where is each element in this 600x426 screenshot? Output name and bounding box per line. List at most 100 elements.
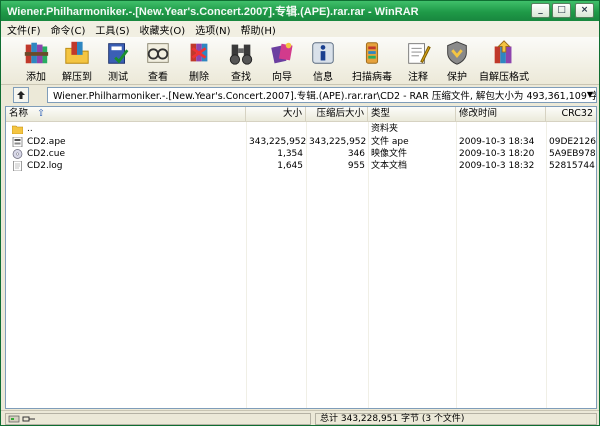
books-add-icon xyxy=(24,42,49,64)
file-crc: 52815744 xyxy=(549,161,595,171)
col-packed-header[interactable]: 压缩后大小 xyxy=(306,107,368,122)
column-divider xyxy=(246,122,247,408)
test-label: 测试 xyxy=(108,72,128,83)
column-header-row: 名称 ⇧ 大小 压缩后大小 类型 修改时间 CRC32 xyxy=(6,107,596,122)
view-button[interactable]: 查看 xyxy=(142,39,174,83)
test-icon xyxy=(108,43,129,64)
file-modified: 2009-10-3 18:34 xyxy=(459,137,535,147)
file-size: 343,225,952 xyxy=(249,137,306,147)
title-bar[interactable]: Wiener.Philharmoniker.-.[New.Year's.Conc… xyxy=(1,1,599,21)
window-title: Wiener.Philharmoniker.-.[New.Year's.Conc… xyxy=(7,6,419,18)
winrar-window: Wiener.Philharmoniker.-.[New.Year's.Conc… xyxy=(0,0,600,426)
file-size: 1,354 xyxy=(277,149,303,159)
file-crc: 09DE2126 xyxy=(549,137,596,147)
dropdown-arrow-icon[interactable]: ▼ xyxy=(587,90,593,99)
close-button[interactable]: × xyxy=(575,3,594,18)
find-label: 查找 xyxy=(231,72,251,83)
file-name: CD2.log xyxy=(27,161,63,171)
file-name: CD2.ape xyxy=(27,137,66,147)
info-icon xyxy=(312,42,334,64)
sfx-icon xyxy=(494,40,512,64)
list-item[interactable]: CD2.log 1,645 955 文本文档 2009-10-3 18:32 5… xyxy=(6,160,596,172)
file-packed xyxy=(306,123,368,135)
file-packed: 343,225,952 xyxy=(309,137,367,147)
up-folder-button[interactable] xyxy=(13,87,29,103)
file-modified: 2009-10-3 18:32 xyxy=(459,161,535,171)
delete-icon xyxy=(190,43,208,62)
disc-image-icon xyxy=(12,149,23,159)
path-combobox[interactable]: Wiener.Philharmoniker.-.[New.Year's.Conc… xyxy=(47,87,597,103)
address-row: Wiener.Philharmoniker.-.[New.Year's.Conc… xyxy=(1,86,599,104)
comment-label: 注释 xyxy=(408,72,428,83)
menu-commands[interactable]: 命令(C) xyxy=(51,22,86,37)
col-type-header[interactable]: 类型 xyxy=(368,107,456,122)
virus-scan-icon xyxy=(365,42,379,64)
sort-up-arrow-icon: ⇧ xyxy=(37,108,46,119)
find-button[interactable]: 查找 xyxy=(225,39,257,83)
add-button[interactable]: 添加 xyxy=(19,39,53,83)
status-total: 总计 343,228,951 字节 (3 个文件) xyxy=(315,413,597,425)
list-item[interactable]: CD2.cue 1,354 346 映像文件 2009-10-3 18:20 5… xyxy=(6,148,596,160)
minimize-button[interactable]: _ xyxy=(531,3,550,18)
drive-icon xyxy=(8,415,35,423)
maximize-button[interactable]: □ xyxy=(552,3,571,18)
col-crc-header[interactable]: CRC32 xyxy=(546,107,596,122)
wizard-label: 向导 xyxy=(272,72,292,83)
status-left-pane xyxy=(5,413,311,425)
shield-protect-icon xyxy=(447,41,467,65)
file-packed: 346 xyxy=(347,149,365,159)
file-type: 资料夹 xyxy=(371,124,399,134)
info-label: 信息 xyxy=(313,72,333,83)
binoculars-find-icon xyxy=(229,44,253,65)
protect-label: 保护 xyxy=(447,72,467,83)
file-type: 映像文件 xyxy=(371,149,408,159)
file-modified xyxy=(456,123,546,135)
col-name-header[interactable]: 名称 ⇧ xyxy=(6,107,246,122)
menu-tools[interactable]: 工具(S) xyxy=(95,22,129,37)
list-item[interactable]: CD2.ape 343,225,952 343,225,952 文件 ape 2… xyxy=(6,136,596,148)
add-label: 添加 xyxy=(26,72,46,83)
file-list[interactable]: 名称 ⇧ 大小 压缩后大小 类型 修改时间 CRC32 .. 资料夹 CD2.a… xyxy=(5,106,597,409)
sfx-button[interactable]: 自解压格式 xyxy=(479,39,529,83)
column-divider xyxy=(456,122,457,408)
protect-button[interactable]: 保护 xyxy=(441,39,473,83)
view-label: 查看 xyxy=(148,72,168,83)
menu-options[interactable]: 选项(N) xyxy=(195,22,230,37)
file-name: CD2.cue xyxy=(27,149,65,159)
file-packed: 955 xyxy=(347,161,365,171)
delete-button[interactable]: 删除 xyxy=(183,39,215,83)
menu-help[interactable]: 帮助(H) xyxy=(241,22,276,37)
test-button[interactable]: 测试 xyxy=(102,39,134,83)
ape-file-icon xyxy=(12,137,23,147)
comment-button[interactable]: 注释 xyxy=(402,39,434,83)
menu-favorites[interactable]: 收藏夹(O) xyxy=(140,22,186,37)
archive-path: Wiener.Philharmoniker.-.[New.Year's.Conc… xyxy=(53,91,597,102)
wizard-button[interactable]: 向导 xyxy=(265,39,299,83)
folder-extract-icon xyxy=(65,41,89,64)
menu-bar: 文件(F) 命令(C) 工具(S) 收藏夹(O) 选项(N) 帮助(H) xyxy=(1,21,599,37)
virus-scan-button[interactable]: 扫描病毒 xyxy=(350,39,394,83)
status-bar: 总计 343,228,951 字节 (3 个文件) xyxy=(1,410,599,425)
file-size xyxy=(246,123,306,135)
col-modified-header[interactable]: 修改时间 xyxy=(456,107,546,122)
comment-icon xyxy=(408,43,431,64)
up-arrow-icon xyxy=(17,91,25,99)
file-crc xyxy=(546,123,596,135)
extract-to-label: 解压到 xyxy=(62,72,92,83)
column-divider xyxy=(306,122,307,408)
extract-to-button[interactable]: 解压到 xyxy=(59,39,95,83)
info-button[interactable]: 信息 xyxy=(307,39,339,83)
col-size-header[interactable]: 大小 xyxy=(246,107,306,122)
file-modified: 2009-10-3 18:20 xyxy=(459,149,535,159)
file-size: 1,645 xyxy=(277,161,303,171)
file-type: 文件 ape xyxy=(371,137,409,147)
delete-label: 删除 xyxy=(189,72,209,83)
col-name-label: 名称 xyxy=(9,108,29,119)
list-item[interactable]: .. 资料夹 xyxy=(6,123,596,135)
menu-file[interactable]: 文件(F) xyxy=(7,22,41,37)
folder-icon xyxy=(12,125,23,134)
file-crc: 5A9EB978 xyxy=(549,149,596,159)
file-type: 文本文档 xyxy=(371,161,408,171)
column-divider xyxy=(546,122,547,408)
sfx-label: 自解压格式 xyxy=(479,72,529,83)
